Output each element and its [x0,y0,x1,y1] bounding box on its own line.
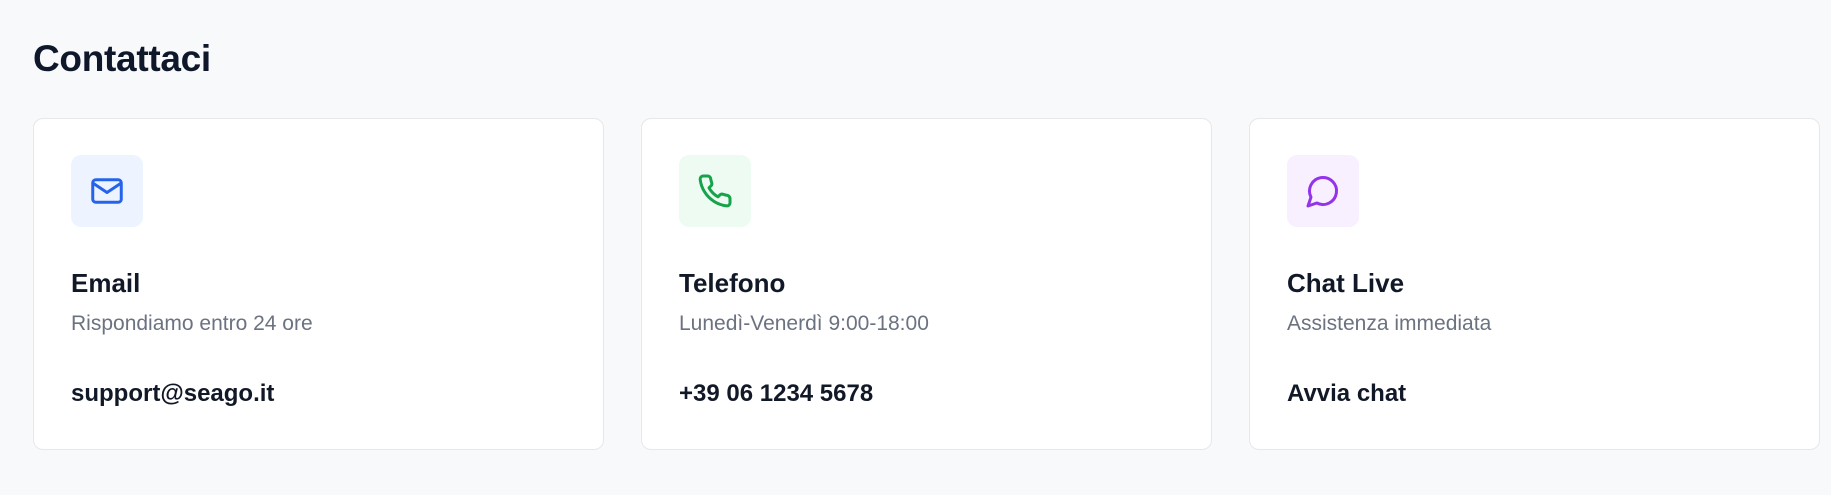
chat-icon-box [1287,155,1359,227]
email-link[interactable]: support@seago.it [71,379,274,409]
phone-icon [698,174,732,208]
email-card-subtitle: Rispondiamo entro 24 ore [71,312,313,335]
phone-card-subtitle: Lunedì-Venerdì 9:00-18:00 [679,312,929,335]
email-card: Email Rispondiamo entro 24 ore support@s… [33,118,604,450]
phone-card: Telefono Lunedì-Venerdì 9:00-18:00 +39 0… [641,118,1212,450]
page-title: Contattaci [33,38,211,79]
chat-card-subtitle: Assistenza immediata [1287,312,1492,335]
chat-card-title: Chat Live [1287,268,1405,298]
contact-page: Contattaci Email Rispondiamo entro 24 or… [0,0,1831,495]
contact-cards: Email Rispondiamo entro 24 ore support@s… [33,118,1831,450]
start-chat-button[interactable]: Avvia chat [1287,379,1406,409]
email-card-title: Email [71,268,141,298]
mail-icon [91,178,123,204]
chat-card: Chat Live Assistenza immediata Avvia cha… [1249,118,1820,450]
phone-icon-box [679,155,751,227]
chat-bubble-icon [1306,175,1339,208]
phone-link[interactable]: +39 06 1234 5678 [679,379,873,409]
phone-card-title: Telefono [679,268,786,298]
email-icon-box [71,155,143,227]
